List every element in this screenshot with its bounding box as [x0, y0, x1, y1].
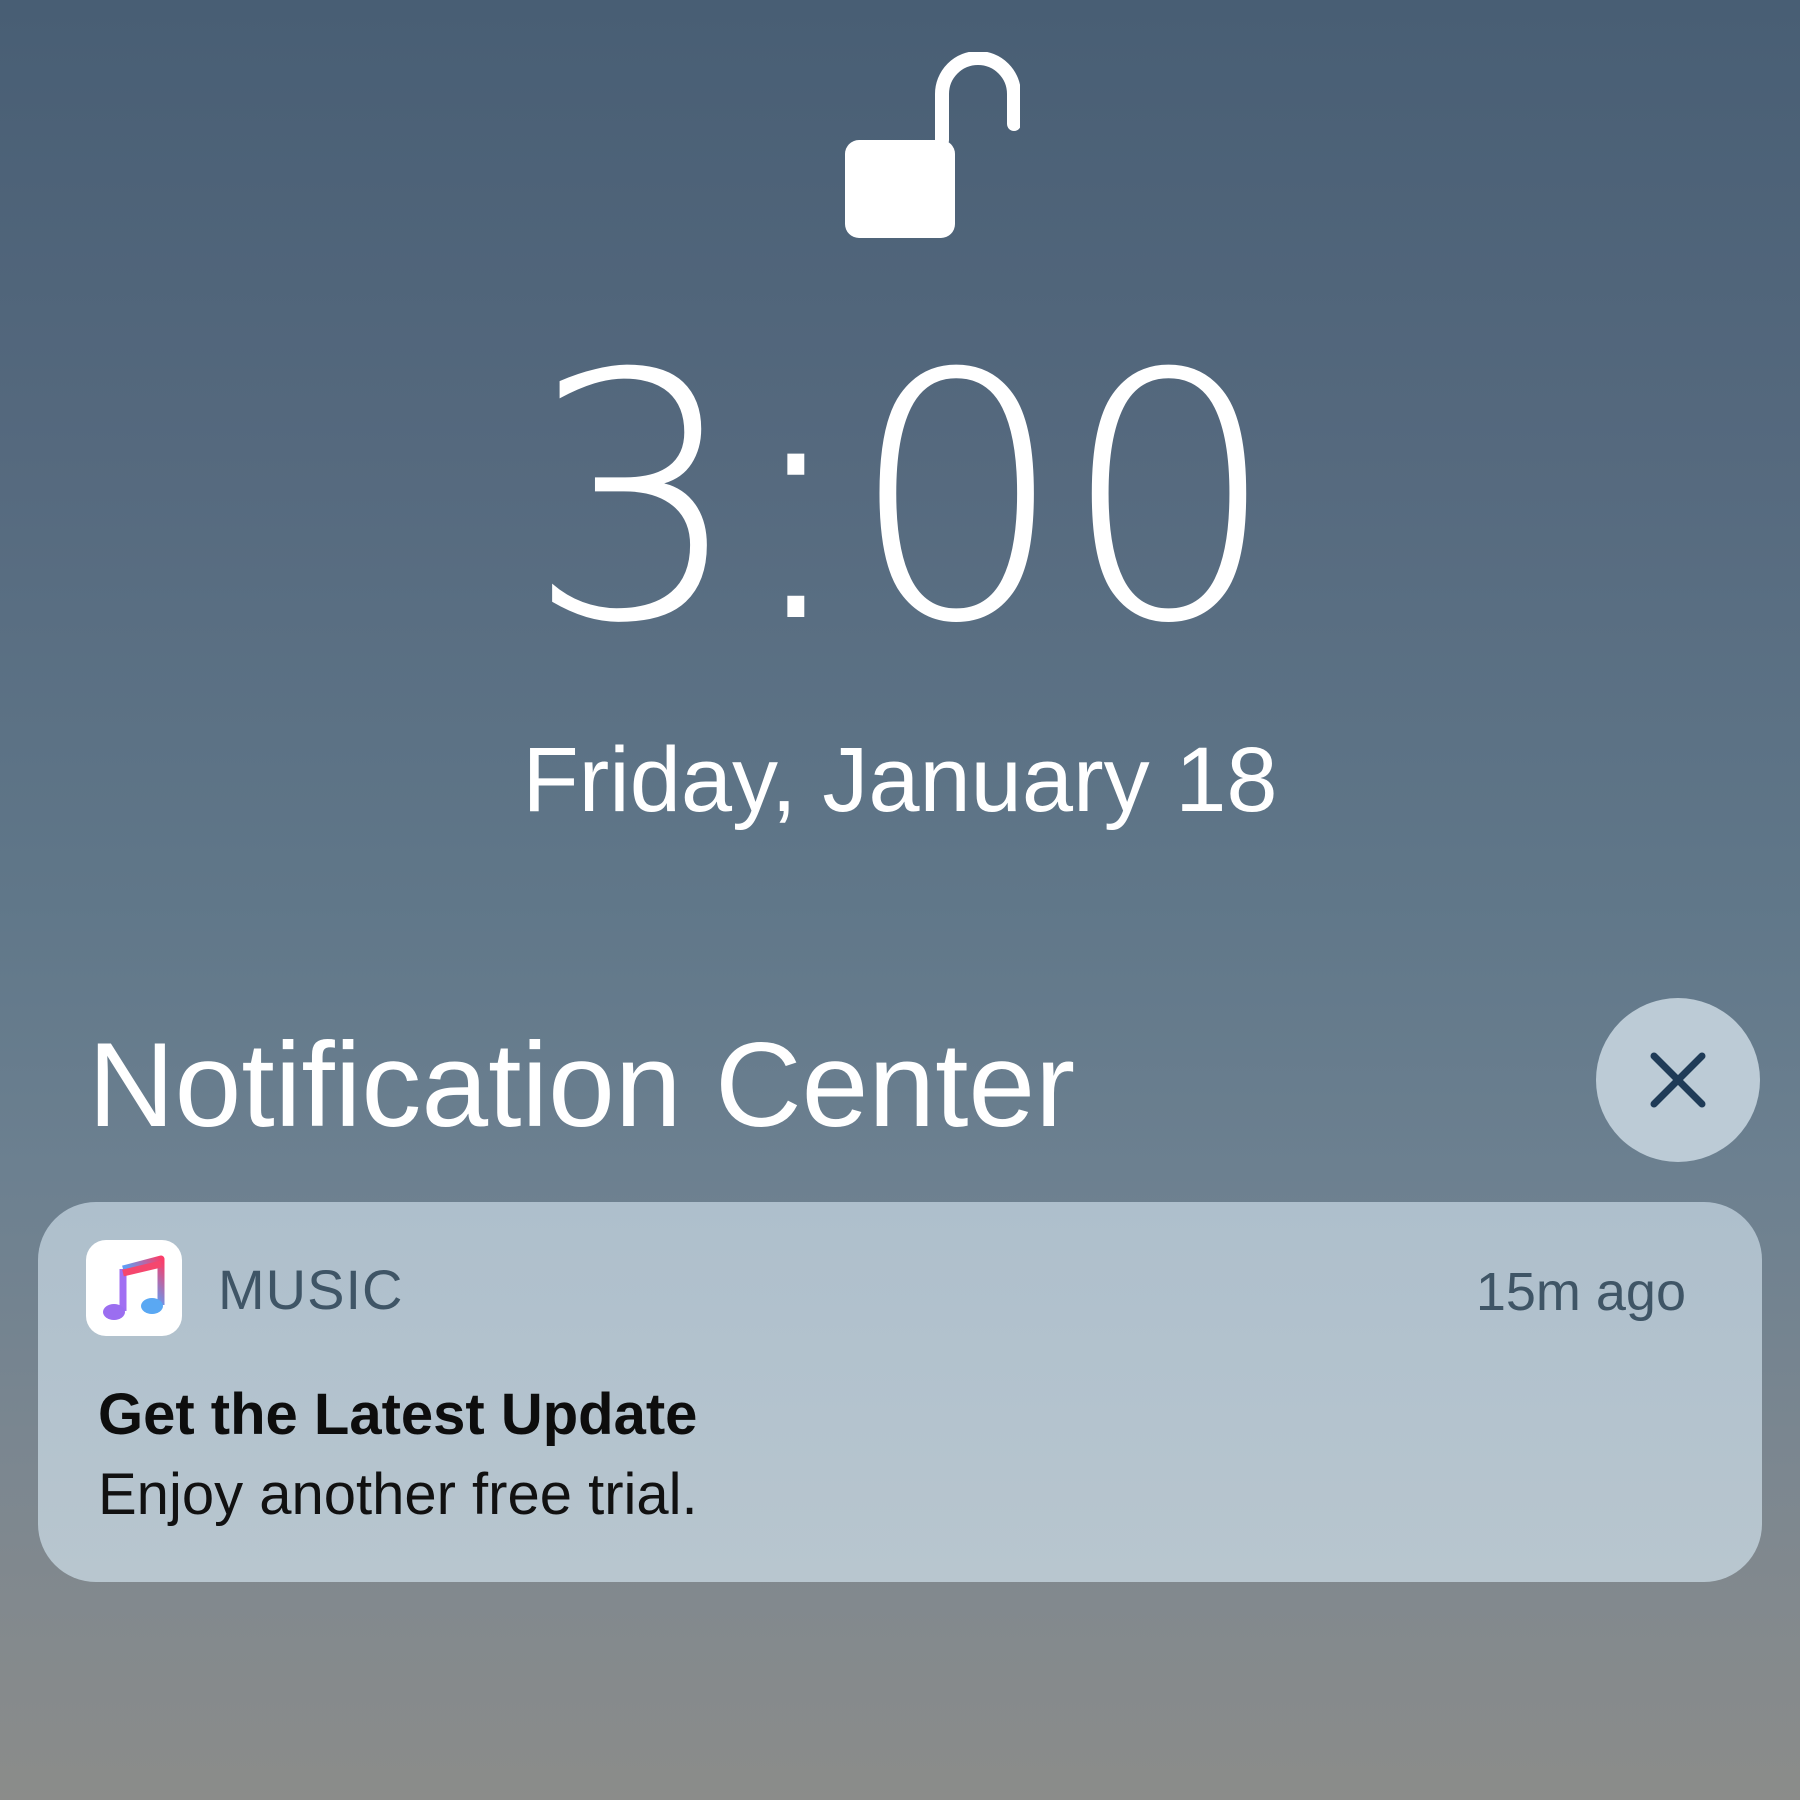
unlocked-padlock-icon	[845, 52, 1020, 238]
close-button[interactable]	[1596, 998, 1760, 1162]
music-app-icon	[86, 1240, 182, 1336]
date-label: Friday, January 18	[522, 729, 1278, 831]
notification-title: Get the Latest Update	[98, 1382, 698, 1447]
music-note-icon	[103, 1255, 165, 1320]
notification-timestamp: 15m ago	[1475, 1262, 1686, 1322]
notification-card[interactable]: MUSIC 15m ago Get the Latest Update Enjo…	[38, 1202, 1762, 1582]
notification-body: Enjoy another free trial.	[98, 1462, 698, 1527]
close-icon	[1650, 1052, 1706, 1108]
clock-time: 3:00	[526, 302, 1278, 698]
notification-app-name: MUSIC	[218, 1258, 404, 1321]
notification-center-title: Notification Center	[88, 1018, 1076, 1152]
